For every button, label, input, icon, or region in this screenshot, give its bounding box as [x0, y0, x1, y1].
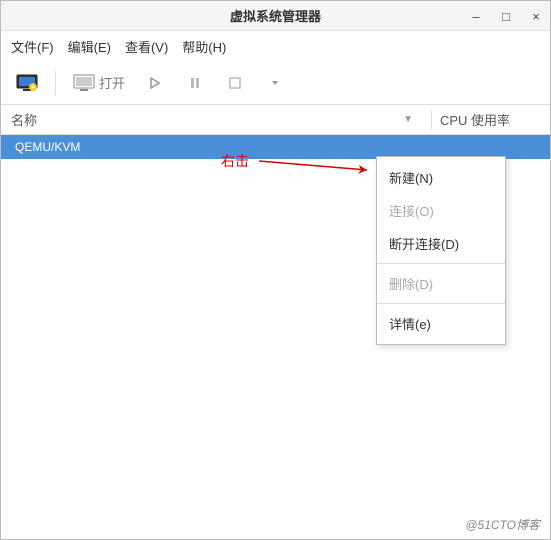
column-cpu-label: CPU 使用率: [440, 113, 510, 128]
window-controls: – □ ×: [468, 1, 544, 31]
run-button[interactable]: [138, 68, 172, 98]
menu-view[interactable]: 查看(V): [125, 37, 168, 56]
open-button[interactable]: 打开: [66, 68, 132, 98]
ctx-disconnect[interactable]: 断开连接(D): [377, 227, 505, 260]
dropdown-button[interactable]: [258, 68, 292, 98]
pause-button[interactable]: [178, 68, 212, 98]
menu-file[interactable]: 文件(F): [11, 37, 54, 56]
ctx-connect: 连接(O): [377, 194, 505, 227]
context-menu: 新建(N) 连接(O) 断开连接(D) 删除(D) 详情(e): [376, 156, 506, 345]
titlebar: 虚拟系统管理器 – □ ×: [1, 1, 550, 31]
column-cpu-header[interactable]: CPU 使用率: [440, 110, 540, 129]
ctx-delete: 删除(D): [377, 267, 505, 300]
toolbar-separator: [55, 71, 56, 95]
connection-name: QEMU/KVM: [15, 140, 80, 154]
menu-edit[interactable]: 编辑(E): [68, 37, 111, 56]
ctx-separator: [377, 303, 505, 304]
watermark: @51CTO博客: [465, 516, 540, 533]
toolbar: 打开: [1, 61, 550, 105]
ctx-details[interactable]: 详情(e): [377, 307, 505, 340]
ctx-new[interactable]: 新建(N): [377, 161, 505, 194]
menubar: 文件(F) 编辑(E) 查看(V) 帮助(H): [1, 31, 550, 61]
close-button[interactable]: ×: [528, 9, 544, 24]
menu-help[interactable]: 帮助(H): [182, 37, 226, 56]
column-headers: 名称 ▼ CPU 使用率: [1, 105, 550, 135]
column-divider: [431, 110, 432, 130]
ctx-separator: [377, 263, 505, 264]
sort-indicator-icon: ▼: [403, 114, 413, 125]
new-vm-button[interactable]: [9, 68, 45, 98]
maximize-button[interactable]: □: [498, 9, 514, 24]
open-label: 打开: [99, 73, 125, 92]
shutdown-button[interactable]: [218, 68, 252, 98]
minimize-button[interactable]: –: [468, 9, 484, 24]
column-name-header[interactable]: 名称 ▼: [11, 110, 423, 129]
column-name-label: 名称: [11, 110, 37, 129]
window-title: 虚拟系统管理器: [230, 6, 321, 25]
